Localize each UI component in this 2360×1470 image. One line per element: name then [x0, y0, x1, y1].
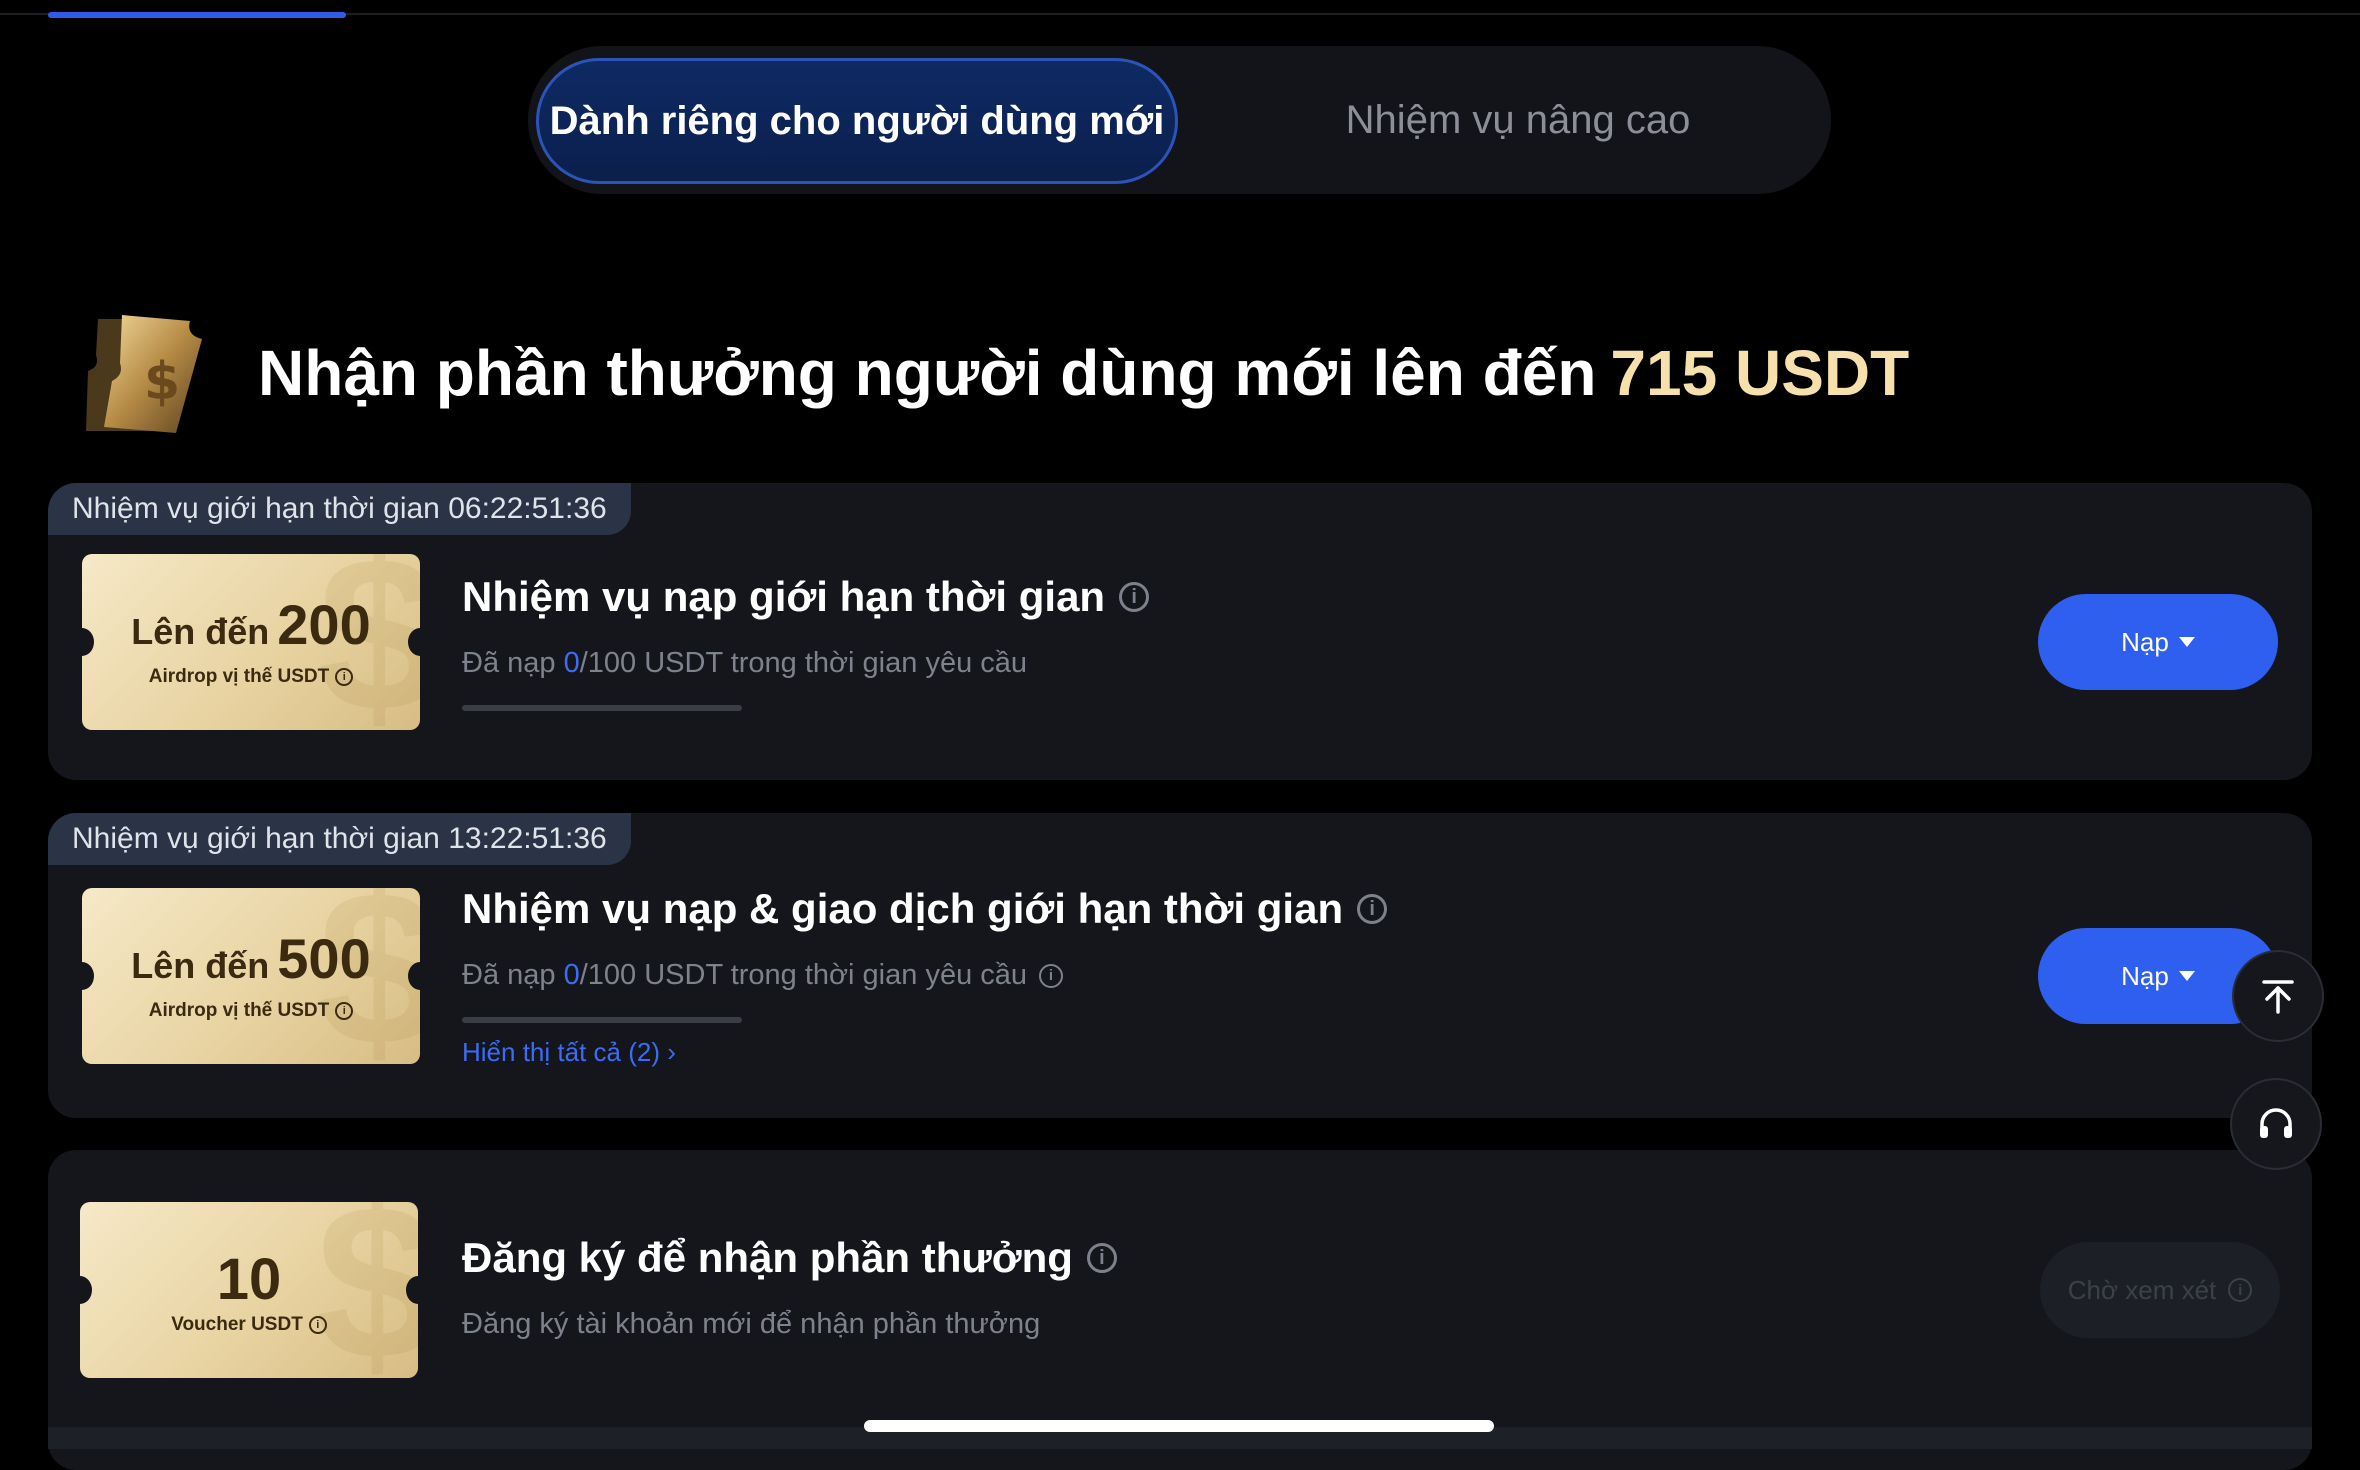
task-title: Nhiệm vụ nạp & giao dịch giới hạn thời g…: [462, 885, 1388, 933]
tab-advanced[interactable]: Nhiệm vụ nâng cao: [1228, 46, 1808, 194]
voucher-subtitle: Airdrop vị thế USDT i: [82, 1000, 420, 1022]
desc-current: 0: [563, 959, 580, 991]
voucher-sub-label: Airdrop vị thế USDT: [148, 666, 330, 687]
show-all-label: Hiển thị tất cả (2): [462, 1037, 660, 1067]
task-card: Nhiệm vụ giới hạn thời gian 13:22:51:36 …: [48, 813, 2312, 1118]
voucher-value: 500: [277, 927, 371, 990]
voucher-value: 10: [216, 1247, 282, 1312]
progress-bar: [462, 1017, 742, 1023]
tab-new-user[interactable]: Dành riêng cho người dùng mới: [536, 58, 1178, 184]
desc-prefix: Đã nạp: [462, 959, 556, 991]
hero-amount: 715 USDT: [1610, 337, 1910, 409]
info-icon[interactable]: i: [335, 1001, 354, 1020]
hero-header: $ Nhận phần thưởng người dùng mới lên đế…: [78, 308, 1909, 438]
headset-icon: [2260, 1108, 2292, 1138]
show-all-link[interactable]: Hiển thị tất cả (2) ›: [462, 1037, 676, 1068]
task-title-text: Nhiệm vụ nạp & giao dịch giới hạn thời g…: [462, 885, 1344, 932]
pending-label: Chờ xem xét: [2067, 1274, 2217, 1305]
task-title-text: Nhiệm vụ nạp giới hạn thời gian: [462, 573, 1106, 620]
task-title: Đăng ký để nhận phần thưởng i: [462, 1234, 1117, 1282]
voucher-card: $ Lên đến 200 Airdrop vị thế USDT i: [82, 554, 420, 730]
task-title-text: Đăng ký để nhận phần thưởng: [462, 1234, 1073, 1281]
arrow-up-to-top-icon: [2262, 980, 2294, 1014]
desc-suffix: /100 USDT trong thời gian yêu cầu: [579, 959, 1028, 991]
back-to-top-button[interactable]: [2232, 950, 2324, 1042]
info-icon[interactable]: i: [1086, 1243, 1117, 1273]
top-divider: [0, 13, 2360, 15]
timer-label: Nhiệm vụ giới hạn thời gian 13:22:51:36: [72, 822, 607, 855]
home-indicator[interactable]: [864, 1420, 1494, 1432]
voucher-amount: Lên đến 500: [82, 926, 420, 991]
voucher-prefix: Lên đến: [131, 945, 270, 986]
info-icon[interactable]: i: [308, 1315, 327, 1334]
voucher-subtitle: Voucher USDT i: [80, 1314, 418, 1336]
timer-label: Nhiệm vụ giới hạn thời gian 06:22:51:36: [72, 492, 607, 525]
deposit-label: Nạp: [2121, 960, 2169, 991]
support-button[interactable]: [2230, 1078, 2322, 1170]
task-card: Nhiệm vụ giới hạn thời gian 06:22:51:36 …: [48, 483, 2312, 780]
info-icon: i: [2228, 1278, 2253, 1302]
chevron-right-icon: ›: [667, 1037, 676, 1067]
hero-title-text: Nhận phần thưởng người dùng mới lên đến: [258, 337, 1597, 409]
progress-bar: [462, 705, 742, 711]
ticket-dollar-icon: $: [86, 314, 202, 433]
desc-prefix: Đã nạp: [462, 647, 556, 679]
desc-suffix: /100 USDT trong thời gian yêu cầu: [579, 647, 1028, 679]
voucher-amount: Lên đến 200: [82, 592, 420, 657]
voucher-prefix: Lên đến: [131, 611, 270, 652]
info-icon[interactable]: i: [1039, 963, 1064, 988]
timer-tag: Nhiệm vụ giới hạn thời gian 13:22:51:36: [48, 813, 631, 865]
hero-title: Nhận phần thưởng người dùng mới lên đến 7…: [258, 336, 1909, 410]
voucher-card: $ Lên đến 500 Airdrop vị thế USDT i: [82, 888, 420, 1064]
timer-tag: Nhiệm vụ giới hạn thời gian 06:22:51:36: [48, 483, 631, 535]
deposit-button[interactable]: Nạp: [2038, 594, 2278, 690]
voucher-value: 200: [277, 593, 371, 656]
desc-current: 0: [563, 647, 580, 679]
task-desc: Đã nạp 0/100 USDT trong thời gian yêu cầ…: [462, 647, 1027, 680]
voucher-sub-label: Airdrop vị thế USDT: [148, 1000, 330, 1021]
info-icon[interactable]: i: [1357, 894, 1388, 924]
info-icon[interactable]: i: [1119, 582, 1150, 612]
top-active-indicator: [48, 12, 346, 18]
task-tabs: Dành riêng cho người dùng mới Nhiệm vụ n…: [528, 46, 1831, 194]
pending-review-button[interactable]: Chờ xem xét i: [2040, 1242, 2280, 1338]
deposit-label: Nạp: [2121, 626, 2169, 657]
caret-down-icon: [2178, 971, 2195, 981]
task-desc: Đã nạp 0/100 USDT trong thời gian yêu cầ…: [462, 959, 1064, 992]
voucher-subtitle: Airdrop vị thế USDT i: [82, 666, 420, 688]
svg-text:$: $: [144, 352, 180, 412]
caret-down-icon: [2178, 637, 2195, 647]
task-desc: Đăng ký tài khoản mới để nhận phần thưởn…: [462, 1308, 1041, 1340]
task-title: Nhiệm vụ nạp giới hạn thời gian i: [462, 573, 1150, 621]
info-icon[interactable]: i: [335, 667, 354, 686]
voucher-card: $ 10 Voucher USDT i: [80, 1202, 418, 1378]
voucher-sub-label: Voucher USDT: [171, 1314, 303, 1335]
